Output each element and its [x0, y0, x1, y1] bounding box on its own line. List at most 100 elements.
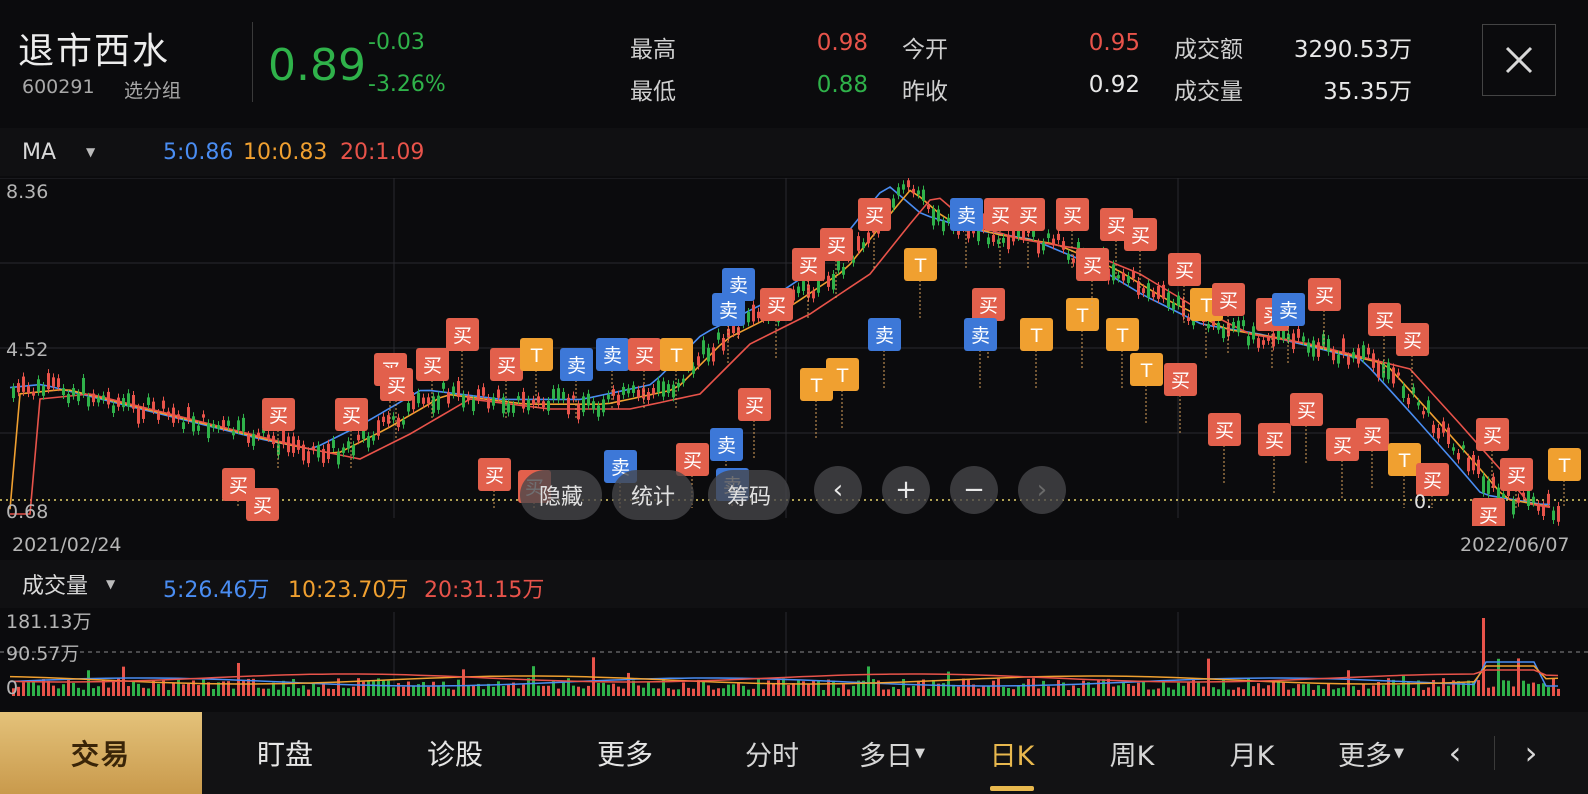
- signal-marker-buy: 买: [1258, 423, 1291, 493]
- low-value: 0.88: [816, 72, 868, 98]
- scroll-right-button[interactable]: ›: [1018, 466, 1066, 514]
- volume-selector[interactable]: 成交量 ▼: [0, 560, 150, 608]
- signal-marker-buy: 买: [1326, 428, 1359, 498]
- prev-close-value: 0.92: [1088, 72, 1140, 98]
- svg-text:买: 买: [387, 375, 406, 397]
- next-period-button[interactable]: ›: [1506, 712, 1556, 794]
- svg-text:T: T: [810, 375, 823, 397]
- caret-down-icon: ▼: [86, 145, 96, 159]
- ma-selector-label: MA: [22, 139, 57, 165]
- stock-name: 退市西水: [18, 31, 171, 72]
- svg-text:T: T: [1140, 360, 1153, 382]
- y-axis-top: 8.36: [6, 181, 48, 203]
- tab-intraday[interactable]: 分时: [722, 712, 822, 794]
- svg-text:卖: 卖: [719, 300, 738, 322]
- zoom-out-button[interactable]: −: [950, 466, 998, 514]
- svg-text:买: 买: [745, 395, 764, 417]
- trade-button[interactable]: 交易: [0, 712, 202, 794]
- ma-selector[interactable]: MA ▼: [0, 128, 150, 176]
- volume-chart[interactable]: 181.13万 90.57万 0: [0, 612, 1588, 712]
- chips-button[interactable]: 筹码: [708, 470, 790, 520]
- zoom-in-button[interactable]: +: [882, 466, 930, 514]
- tab-month-k[interactable]: 月K: [1202, 712, 1302, 794]
- svg-text:卖: 卖: [957, 205, 976, 227]
- svg-text:买: 买: [1265, 430, 1284, 452]
- svg-text:买: 买: [1107, 215, 1126, 237]
- svg-text:买: 买: [423, 355, 442, 377]
- tab-day-k[interactable]: 日K: [962, 712, 1062, 794]
- svg-text:买: 买: [342, 405, 361, 427]
- kline-chart[interactable]: 买买买买买买买买买T卖卖买T卖买卖买卖卖卖买买买买卖TTT卖买买买卖TTTT买T…: [0, 178, 1588, 526]
- svg-text:买: 买: [991, 205, 1010, 227]
- vol-ma20-value: 20:31.15万: [424, 578, 545, 603]
- caret-down-icon: ▼: [1394, 745, 1404, 761]
- svg-text:买: 买: [453, 325, 472, 347]
- svg-text:卖: 卖: [1279, 300, 1298, 322]
- caret-down-icon: ▼: [106, 577, 116, 591]
- signal-marker-buy: 买: [1164, 363, 1197, 433]
- signal-marker-t: T: [1020, 318, 1053, 388]
- svg-text:买: 买: [1479, 505, 1498, 526]
- high-value: 0.98: [816, 30, 868, 56]
- close-button[interactable]: [1482, 24, 1556, 96]
- tab-week-k[interactable]: 周K: [1082, 712, 1182, 794]
- svg-text:T: T: [836, 365, 849, 387]
- vol-ma10-value: 10:23.70万: [288, 578, 409, 603]
- volume-selector-label: 成交量: [22, 574, 89, 599]
- vol-axis-zero: 0: [6, 677, 18, 699]
- svg-text:买: 买: [229, 475, 248, 497]
- svg-text:买: 买: [1423, 470, 1442, 492]
- vol-axis-mid: 90.57万: [6, 643, 79, 665]
- high-label: 最高: [630, 37, 676, 63]
- watch-button[interactable]: 盯盘: [202, 712, 368, 794]
- signal-marker-buy: 买: [1396, 323, 1429, 393]
- tab-more-label: 更多: [1338, 740, 1392, 772]
- signal-marker-t: T: [1066, 298, 1099, 368]
- ma5-value: 5:0.86: [163, 140, 234, 165]
- svg-text:买: 买: [865, 205, 884, 227]
- volume-indicator-bar: 成交量 ▼ 5:26.46万 10:23.70万 20:31.15万: [0, 560, 1588, 608]
- svg-text:卖: 卖: [875, 325, 894, 347]
- chevron-right-icon: ›: [1524, 734, 1538, 772]
- svg-text:T: T: [1398, 450, 1411, 472]
- tab-more[interactable]: 更多 ▼: [1316, 712, 1426, 794]
- ma-indicator-bar: MA ▼ 5:0.86 10:0.83 20:1.09: [0, 128, 1588, 176]
- volume-value: 35.35万: [1323, 79, 1412, 105]
- svg-text:买: 买: [1297, 400, 1316, 422]
- signal-marker-t: T: [904, 248, 937, 318]
- price-change: -0.03: [368, 30, 425, 55]
- signal-marker-t: T: [800, 368, 833, 438]
- scroll-left-button[interactable]: ‹: [814, 466, 862, 514]
- diagnose-button[interactable]: 诊股: [372, 712, 538, 794]
- signal-marker-buy: 买: [1472, 498, 1505, 526]
- minus-icon: −: [963, 475, 985, 505]
- signal-marker-buy: 买: [490, 348, 523, 418]
- date-end: 2022/06/07: [1460, 534, 1570, 556]
- svg-text:买: 买: [1333, 435, 1352, 457]
- caret-down-icon: ▼: [915, 745, 925, 761]
- signal-marker-buy: 买: [1356, 418, 1389, 488]
- open-value: 0.95: [1088, 30, 1140, 56]
- svg-text:卖: 卖: [567, 355, 586, 377]
- hide-signals-button[interactable]: 隐藏: [520, 470, 602, 520]
- svg-text:买: 买: [497, 355, 516, 377]
- svg-text:买: 买: [1083, 255, 1102, 277]
- y-axis-mid: 4.52: [6, 339, 48, 361]
- svg-text:买: 买: [1483, 425, 1502, 447]
- svg-text:T: T: [1076, 305, 1089, 327]
- svg-text:买: 买: [1315, 285, 1334, 307]
- last-price-tag: 0.: [1414, 491, 1432, 513]
- svg-text:卖: 卖: [971, 325, 990, 347]
- prev-period-button[interactable]: ‹: [1430, 712, 1480, 794]
- more-button[interactable]: 更多: [542, 712, 708, 794]
- tab-multi-day[interactable]: 多日 ▼: [842, 712, 942, 794]
- statistics-button[interactable]: 统计: [612, 470, 694, 520]
- select-group-link[interactable]: 选分组: [124, 76, 181, 103]
- svg-text:买: 买: [1507, 465, 1526, 487]
- chevron-left-icon: ‹: [1448, 734, 1462, 772]
- svg-text:买: 买: [1375, 310, 1394, 332]
- plus-icon: +: [895, 475, 917, 505]
- close-icon: [1505, 46, 1533, 74]
- svg-text:买: 买: [1363, 425, 1382, 447]
- kline-grid: [0, 178, 1588, 518]
